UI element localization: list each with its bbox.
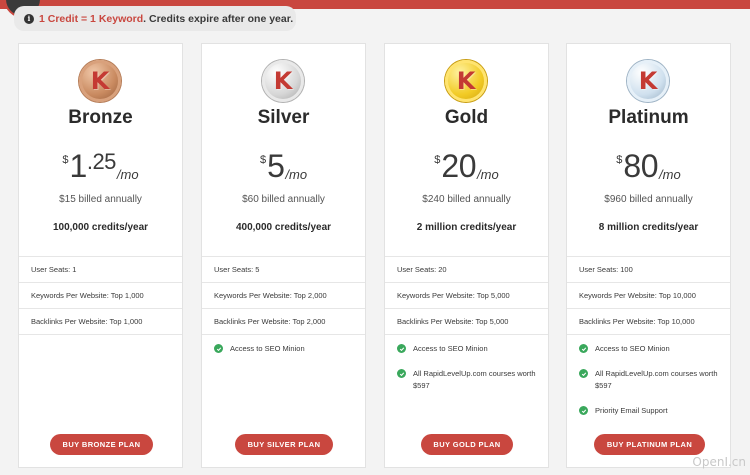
divider: [202, 308, 365, 309]
divider: [385, 282, 548, 283]
price-currency: $: [62, 154, 69, 166]
divider: [567, 282, 730, 283]
feature-backlinks: Backlinks Per Website: Top 2,000: [214, 317, 326, 326]
price-whole: 5: [267, 148, 285, 184]
feature-backlinks: Backlinks Per Website: Top 1,000: [31, 317, 143, 326]
plan-price: $ 1 .25 /mo: [19, 148, 182, 184]
divider: [19, 282, 182, 283]
billed-annually: $240 billed annually: [422, 194, 511, 205]
divider: [385, 334, 548, 335]
platinum-medal-icon: K: [627, 60, 669, 102]
bronze-medal-icon: K: [79, 60, 121, 102]
check-circle-icon: [214, 344, 223, 353]
check-circle-icon: [397, 344, 406, 353]
feature-user-seats: User Seats: 5: [214, 265, 260, 274]
plan-name: Gold: [444, 107, 489, 128]
plan-card-bronze: K Bronze $ 1 .25 /mo $15 billed annually…: [18, 43, 183, 468]
billed-annually: $15 billed annually: [59, 194, 142, 205]
feature-check-label: Access to SEO Minion: [230, 344, 305, 353]
price-period: /mo: [116, 167, 139, 182]
plan-price: $ 20 /mo: [385, 150, 548, 182]
feature-user-seats: User Seats: 1: [31, 265, 77, 274]
feature-keywords: Keywords Per Website: Top 5,000: [397, 291, 510, 300]
watermark: OpenI.cn: [692, 455, 746, 469]
feature-check-label: All RapidLevelUp.com courses worth $597: [413, 369, 536, 390]
feature-user-seats: User Seats: 100: [579, 265, 633, 274]
credits-per-year: 100,000 credits/year: [52, 222, 149, 233]
feature-keywords: Keywords Per Website: Top 2,000: [214, 291, 327, 300]
feature-check-item: Access to SEO Minion: [397, 343, 542, 355]
silver-medal-icon: K: [262, 60, 304, 102]
buy-gold-button[interactable]: BUY GOLD PLAN: [421, 434, 513, 455]
feature-check-item: All RapidLevelUp.com courses worth $597: [579, 368, 724, 392]
feature-check-item: Access to SEO Minion: [579, 343, 724, 355]
billed-annually: $960 billed annually: [604, 194, 693, 205]
feature-check-label: Priority Email Support: [595, 406, 668, 415]
divider: [19, 256, 182, 257]
credits-per-year: 8 million credits/year: [598, 222, 699, 233]
price-whole: 80: [623, 148, 659, 184]
buy-silver-button[interactable]: BUY SILVER PLAN: [235, 434, 333, 455]
credits-notice: i 1 Credit = 1 Keyword. Credits expire a…: [14, 6, 296, 31]
feature-check-item: Access to SEO Minion: [214, 343, 359, 355]
divider: [385, 256, 548, 257]
price-fraction: .25: [86, 149, 117, 174]
price-currency: $: [616, 154, 623, 166]
price-whole: 1: [69, 148, 88, 184]
price-period: /mo: [285, 167, 308, 182]
divider: [202, 282, 365, 283]
divider: [19, 308, 182, 309]
price-currency: $: [434, 154, 441, 166]
plan-name: Platinum: [608, 107, 689, 128]
feature-check-item: All RapidLevelUp.com courses worth $597: [397, 368, 542, 392]
plan-price: $ 5 /mo: [202, 150, 365, 182]
feature-check-label: Access to SEO Minion: [595, 344, 670, 353]
divider: [202, 334, 365, 335]
credits-per-year: 400,000 credits/year: [235, 222, 332, 233]
divider: [19, 334, 182, 335]
price-period: /mo: [477, 167, 499, 182]
plan-name: Silver: [257, 107, 310, 128]
feature-check-item: Priority Email Support: [579, 405, 724, 417]
credits-per-year: 2 million credits/year: [416, 222, 517, 233]
buy-platinum-button[interactable]: BUY PLATINUM PLAN: [594, 434, 705, 455]
buy-bronze-button[interactable]: BUY BRONZE PLAN: [50, 434, 153, 455]
billed-annually: $60 billed annually: [242, 194, 325, 205]
feature-keywords: Keywords Per Website: Top 10,000: [579, 291, 696, 300]
feature-check-label: All RapidLevelUp.com courses worth $597: [595, 369, 718, 390]
feature-backlinks: Backlinks Per Website: Top 10,000: [579, 317, 695, 326]
divider: [202, 256, 365, 257]
price-currency: $: [259, 154, 267, 166]
info-icon: i: [24, 13, 34, 24]
divider: [567, 334, 730, 335]
feature-user-seats: User Seats: 20: [397, 265, 447, 274]
divider: [385, 308, 548, 309]
check-circle-icon: [579, 369, 588, 378]
divider: [567, 256, 730, 257]
check-circle-icon: [579, 344, 588, 353]
notice-text: . Credits expire after one year.: [143, 12, 294, 25]
feature-backlinks: Backlinks Per Website: Top 5,000: [397, 317, 509, 326]
price-whole: 20: [441, 148, 477, 184]
gold-medal-icon: K: [445, 60, 487, 102]
plan-name: Bronze: [68, 107, 133, 128]
divider: [567, 308, 730, 309]
plan-card-gold: K Gold $ 20 /mo $240 billed annually 2 m…: [384, 43, 549, 468]
notice-highlight: 1 Credit = 1 Keyword: [39, 12, 144, 25]
plan-price: $ 80 /mo: [567, 150, 730, 182]
feature-keywords: Keywords Per Website: Top 1,000: [31, 291, 144, 300]
check-circle-icon: [397, 369, 406, 378]
plan-card-platinum: K Platinum $ 80 /mo $960 billed annually…: [566, 43, 731, 468]
feature-check-label: Access to SEO Minion: [413, 344, 488, 353]
plan-card-silver: K Silver $ 5 /mo $60 billed annually 400…: [201, 43, 366, 468]
check-circle-icon: [579, 406, 588, 415]
price-period: /mo: [659, 167, 681, 182]
